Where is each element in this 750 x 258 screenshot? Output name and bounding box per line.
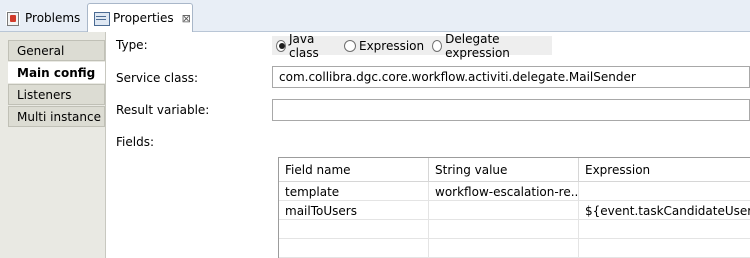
table-cell[interactable]: template [279,182,429,201]
type-radio-group: Java class Expression Delegate expressio… [272,32,552,60]
table-cell[interactable] [429,201,579,220]
radio-label: Delegate expression [445,31,510,60]
service-class-input[interactable]: com.collibra.dgc.core.workflow.activiti.… [272,66,750,88]
tab-properties[interactable]: Properties ⊠ [87,3,193,32]
table-cell[interactable] [579,182,750,201]
table-cell[interactable] [429,220,579,239]
sidebar-item-listeners[interactable]: Listeners [8,84,105,105]
properties-sidebar: General Main config Listeners Multi inst… [0,32,106,258]
table-cell[interactable]: mailToUsers [279,201,429,220]
sidebar-item-general[interactable]: General [8,40,105,61]
sidebar-item-label: Multi instance [17,109,101,124]
table-row[interactable]: mailToUsers ${event.taskCandidateUsers} [279,201,750,220]
table-cell[interactable]: workflow-escalation-re... [429,182,579,201]
problems-icon [6,10,20,26]
table-header: Field name String value Expression [279,158,750,182]
radio-unchecked-icon [343,39,356,52]
sidebar-item-label: General [17,43,65,58]
sidebar-item-label: Listeners [17,87,72,102]
radio-checked-icon [276,39,286,52]
table-cell[interactable] [279,220,429,239]
table-cell[interactable] [579,220,750,239]
radio-label: Java class [288,31,319,60]
result-variable-input[interactable] [272,99,750,121]
sidebar-item-multi-instance[interactable]: Multi instance [8,106,105,127]
type-label: Type: [116,38,148,52]
service-class-label: Service class: [116,71,198,85]
tab-problems[interactable]: Problems [0,4,87,31]
table-cell[interactable] [579,239,750,258]
tab-properties-label: Properties [113,11,174,25]
radio-expression[interactable]: Expression [343,38,425,53]
properties-icon [94,11,110,26]
column-header-expression[interactable]: Expression [579,158,750,182]
result-variable-label: Result variable: [116,103,210,117]
radio-delegate-expression[interactable]: Delegate expression [432,32,544,60]
radio-unchecked-icon [432,39,443,52]
table-cell[interactable]: ${event.taskCandidateUsers} [579,201,750,220]
table-cell[interactable] [279,239,429,258]
column-header-field-name[interactable]: Field name [279,158,429,182]
view-tab-bar: Problems Properties ⊠ [0,0,750,32]
column-header-string-value[interactable]: String value [429,158,579,182]
radio-label: Expression [358,38,425,53]
radio-java-class[interactable]: Java class [276,32,336,60]
sidebar-item-label: Main config [17,65,96,80]
sidebar-item-main-config[interactable]: Main config [8,62,105,83]
table-cell[interactable] [429,239,579,258]
tab-problems-label: Problems [25,10,81,25]
table-row[interactable]: template workflow-escalation-re... [279,182,750,201]
close-icon[interactable]: ⊠ [182,12,191,25]
fields-table: Field name String value Expression templ… [278,157,750,258]
fields-label: Fields: [116,135,154,149]
table-row[interactable] [279,239,750,258]
table-row[interactable] [279,220,750,239]
